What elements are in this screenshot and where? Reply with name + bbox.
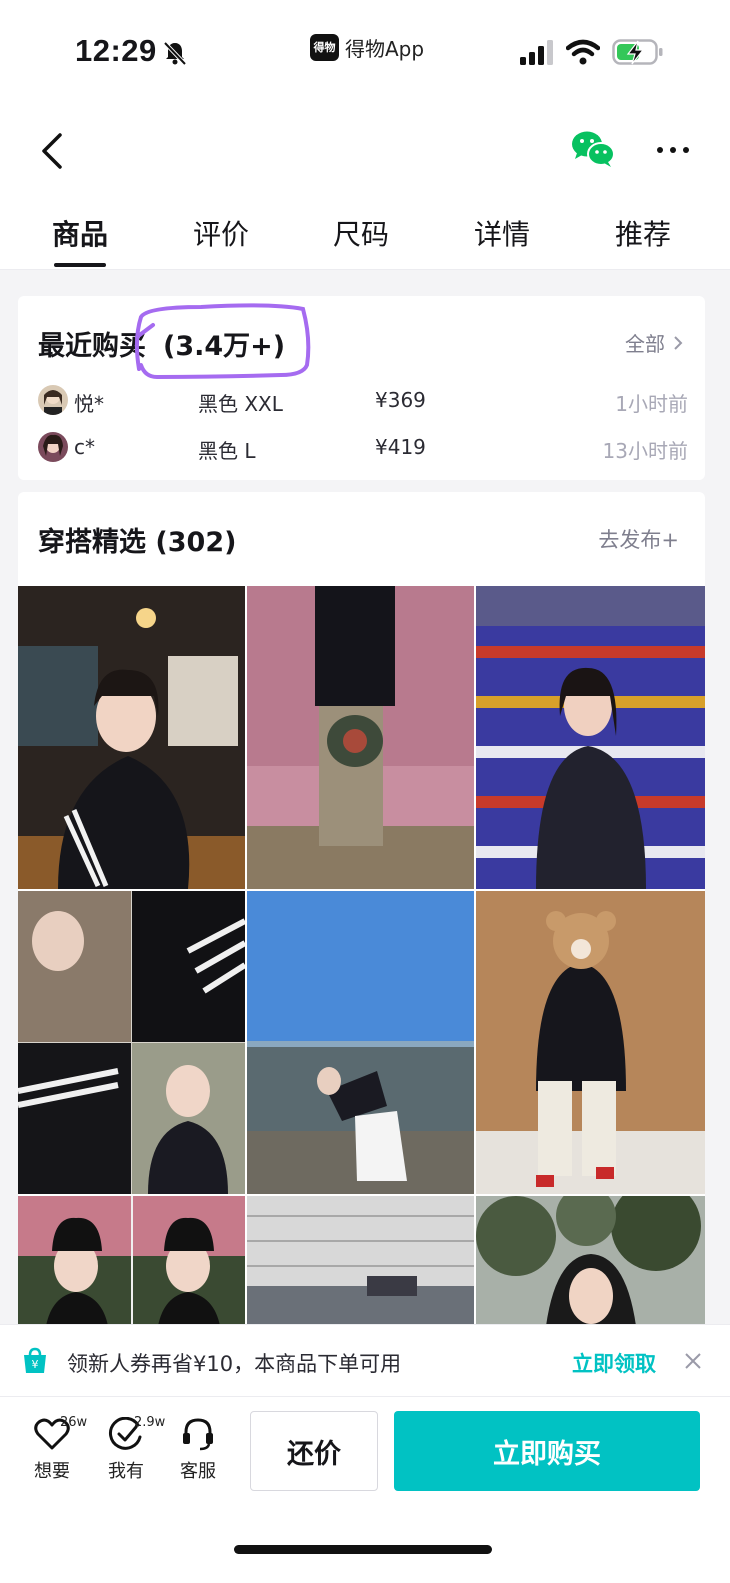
status-time: 12:29 xyxy=(75,33,157,68)
tab-reviews[interactable]: 评价 xyxy=(181,213,261,253)
purchase-time: 13小时前 xyxy=(602,439,688,463)
want-label: 想要 xyxy=(34,1461,70,1482)
purchase-price: ¥369 xyxy=(375,388,426,412)
product-page: 12:29 得物 得物App 商品 评价 尺码 详情 推荐 最近购买 (3.4万… xyxy=(0,0,730,1583)
outfit-photo[interactable] xyxy=(247,586,474,889)
want-button[interactable]: 26w 想要 xyxy=(22,1415,87,1487)
publish-outfit-link[interactable]: 去发布+ xyxy=(598,524,679,554)
outfit-photo[interactable] xyxy=(18,1196,245,1326)
purchase-row: 悦* 黑色 XXL ¥369 1小时前 xyxy=(38,384,688,418)
buyer-name: c* xyxy=(74,435,95,459)
coupon-text: 领新人券再省¥10，本商品下单可用 xyxy=(67,1352,402,1376)
outfit-photo[interactable] xyxy=(476,1196,705,1326)
app-logo: 得物 xyxy=(310,33,339,61)
back-arrow-icon[interactable] xyxy=(36,131,66,171)
more-options-icon[interactable] xyxy=(655,145,691,155)
outfit-photo[interactable] xyxy=(18,586,245,889)
tab-product[interactable]: 商品 xyxy=(40,213,120,253)
battery-charging-icon xyxy=(612,39,663,65)
coupon-banner: ¥ 领新人券再省¥10，本商品下单可用 立即领取 xyxy=(0,1324,730,1396)
outfit-section: 穿搭精选 (302) 去发布+ xyxy=(18,492,705,1392)
avatar xyxy=(38,385,68,415)
outfit-photo[interactable] xyxy=(247,891,474,1194)
avatar xyxy=(38,432,68,462)
claim-coupon-button[interactable]: 立即领取 xyxy=(572,1348,656,1378)
recent-purchases-card: 最近购买 (3.4万+) 全部 悦* 黑色 XXL ¥369 1小时前 c* 黑… xyxy=(18,296,705,480)
buy-now-button[interactable]: 立即购买 xyxy=(394,1411,700,1491)
tab-size[interactable]: 尺码 xyxy=(321,213,401,253)
app-name: 得物App xyxy=(345,36,425,61)
bottom-action-bar: 26w 想要 2.9w 我有 客服 还价 立即购买 xyxy=(0,1396,730,1583)
handdrawn-highlight-mark xyxy=(134,303,311,380)
section-tabs: 商品 评价 尺码 详情 推荐 xyxy=(0,195,730,270)
close-icon[interactable] xyxy=(684,1352,702,1370)
coupon-bag-icon: ¥ xyxy=(24,1347,46,1373)
own-button[interactable]: 2.9w 我有 xyxy=(96,1415,165,1487)
home-indicator xyxy=(234,1545,492,1554)
purchase-spec: 黑色 L xyxy=(198,439,256,463)
purchase-row: c* 黑色 L ¥419 13小时前 xyxy=(38,431,688,465)
bell-muted-icon xyxy=(163,41,187,66)
outfit-photo[interactable] xyxy=(476,891,705,1194)
purchase-time: 1小时前 xyxy=(615,392,688,416)
tab-recommend[interactable]: 推荐 xyxy=(603,213,683,253)
app-indicator: 得物 得物App xyxy=(310,33,424,61)
outfit-photo[interactable] xyxy=(18,891,245,1194)
service-label: 客服 xyxy=(180,1461,216,1482)
want-count-badge: 26w xyxy=(60,1415,88,1430)
tab-active-indicator xyxy=(54,263,106,267)
chevron-right-icon xyxy=(674,335,683,350)
own-label: 我有 xyxy=(108,1461,144,1482)
bargain-button[interactable]: 还价 xyxy=(250,1411,378,1491)
recent-purchases-title: 最近购买 xyxy=(38,331,146,362)
nav-bar xyxy=(0,105,730,195)
outfit-section-title: 穿搭精选 (302) xyxy=(38,527,237,558)
outfit-photo[interactable] xyxy=(476,586,705,889)
tab-details[interactable]: 详情 xyxy=(462,213,542,253)
headset-icon xyxy=(183,1418,213,1451)
outfit-photo[interactable] xyxy=(247,1196,474,1326)
purchase-spec: 黑色 XXL xyxy=(198,392,283,416)
status-bar: 12:29 得物 得物App xyxy=(0,0,730,105)
purchase-price: ¥419 xyxy=(375,435,426,459)
view-all-purchases-link[interactable]: 全部 xyxy=(625,328,683,357)
wechat-share-icon[interactable] xyxy=(570,129,616,169)
wifi-icon xyxy=(566,39,600,65)
customer-service-button[interactable]: 客服 xyxy=(168,1417,228,1487)
cellular-signal-icon xyxy=(520,40,553,65)
buyer-name: 悦* xyxy=(74,392,104,416)
own-count-badge: 2.9w xyxy=(134,1415,166,1430)
view-all-label: 全部 xyxy=(625,332,665,356)
svg-text:¥: ¥ xyxy=(32,1358,39,1371)
